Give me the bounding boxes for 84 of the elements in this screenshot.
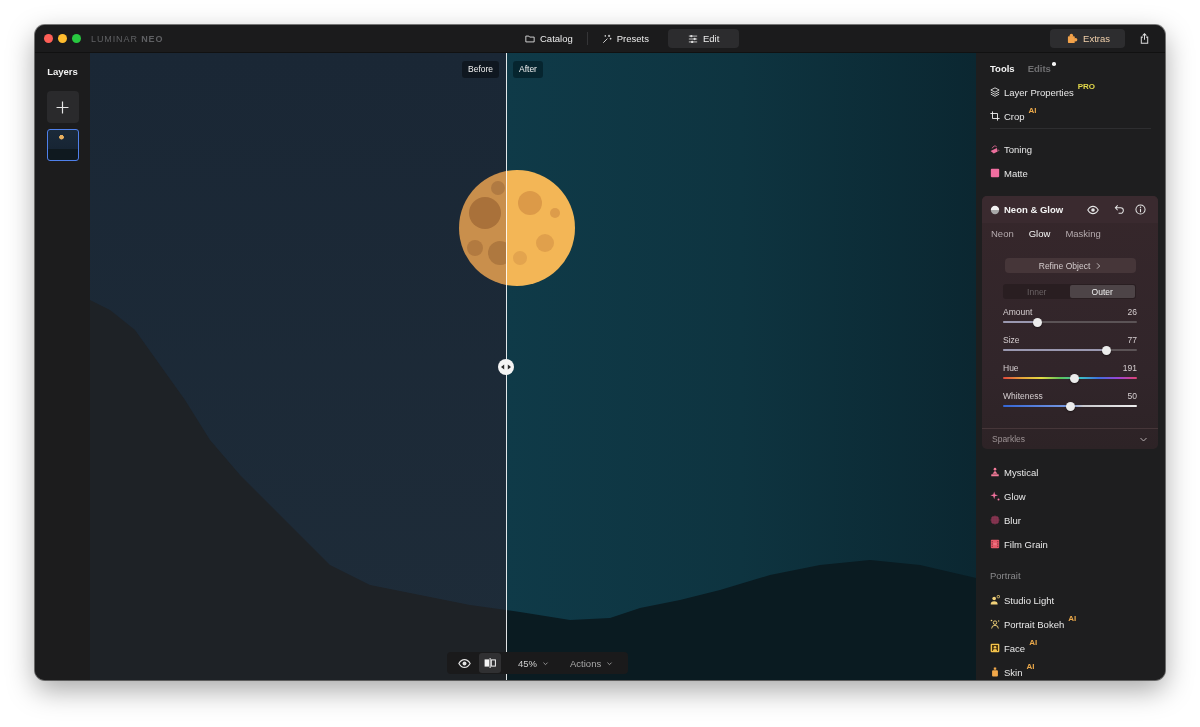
tool-item[interactable]: Glow (990, 484, 1026, 508)
slider-track[interactable] (1003, 345, 1137, 355)
tool-item[interactable]: Portrait Bokeh AI (990, 612, 1077, 636)
person-icon (990, 595, 1000, 605)
panel-tab[interactable]: Neon (991, 226, 1014, 242)
tool-item[interactable]: Studio Light (990, 588, 1055, 612)
feature-tag: PRO (1077, 82, 1096, 91)
window-minimize-button[interactable] (58, 34, 67, 43)
share-icon[interactable] (1139, 33, 1150, 44)
slider-label: Amount (1003, 307, 1033, 317)
slider-thumb[interactable] (1065, 401, 1075, 411)
collapsible-section-header[interactable]: Sparkles (982, 428, 1158, 449)
person-outline-icon (990, 619, 1000, 629)
film-strip-icon (990, 539, 1000, 549)
feature-tag: AI (1026, 662, 1035, 671)
half-circle-icon (990, 204, 1000, 215)
slider-value: 191 (1122, 363, 1137, 373)
bottle-icon (990, 667, 1000, 677)
slider-thumb[interactable] (1033, 317, 1043, 327)
mode-tab[interactable]: Outer (1069, 285, 1135, 298)
extras-button[interactable]: Extras (1050, 29, 1125, 48)
slider-label: Whiteness (1003, 391, 1043, 401)
compare-button[interactable] (479, 653, 501, 673)
slider-label: Hue (1003, 363, 1019, 373)
portrait-icon (990, 643, 1000, 653)
undo-icon[interactable] (1114, 204, 1125, 215)
slider-value: 50 (1127, 391, 1137, 401)
panel-tab[interactable]: Glow (1028, 226, 1051, 242)
slider-track[interactable] (1003, 401, 1137, 411)
before-label: Before (462, 61, 500, 78)
tool-item[interactable]: Mystical (990, 460, 1039, 484)
layer-thumbnail[interactable] (46, 129, 79, 161)
eye-icon[interactable] (1087, 203, 1099, 216)
slider-value: 26 (1127, 307, 1137, 317)
zoom-dropdown[interactable]: 45% (518, 654, 549, 672)
app-logo: LUMINAR NEO (91, 33, 164, 44)
folder-icon (525, 33, 535, 44)
tool-item[interactable]: Matte (990, 161, 1028, 185)
magic-wand-icon (601, 33, 612, 44)
puzzle-icon (1067, 33, 1079, 44)
nav-tab[interactable]: Catalog (517, 29, 581, 48)
layers-icon (990, 87, 1000, 97)
slider-label: Size (1003, 335, 1020, 345)
nav-tab[interactable]: Edit (667, 29, 740, 48)
eye-icon[interactable] (458, 656, 471, 670)
figure-icon (990, 467, 1000, 477)
tool-item[interactable]: Blur (990, 508, 1021, 532)
split-view-icon (484, 657, 496, 669)
tool-item[interactable]: Skin AI (990, 660, 1035, 680)
slider-track[interactable] (1003, 317, 1137, 327)
feature-tag: AI (1029, 638, 1038, 647)
panel-title: Layers (47, 66, 78, 78)
paint-bucket-icon (990, 144, 1000, 154)
sparkle-icon (990, 491, 1000, 501)
slider-value: 77 (1127, 335, 1137, 345)
tool-item[interactable]: Layer Properties PRO (990, 80, 1096, 104)
feature-tag: AI (1028, 106, 1037, 115)
refine-object-button[interactable]: Refine Object (1005, 258, 1136, 273)
after-label: After (513, 61, 543, 78)
sliders-icon (687, 33, 698, 44)
split-line[interactable] (506, 53, 507, 680)
panel-tab[interactable]: Tools (990, 62, 1015, 76)
crop-icon (990, 111, 1000, 121)
tool-item[interactable]: Crop AI (990, 104, 1037, 128)
grid-circle-icon (990, 515, 1000, 525)
tool-item[interactable]: Toning (990, 137, 1032, 161)
tool-title: Neon & Glow (1004, 204, 1064, 215)
add-layer-button[interactable] (46, 91, 79, 123)
chevron-right-icon (1094, 261, 1103, 270)
section-heading: Portrait (990, 569, 1021, 583)
square-icon (990, 168, 1000, 178)
window-zoom-button[interactable] (72, 34, 81, 43)
slider-thumb[interactable] (1101, 345, 1111, 355)
info-icon[interactable] (1135, 204, 1146, 215)
tool-item[interactable]: Face AI (990, 636, 1038, 660)
actions-dropdown[interactable]: Actions (570, 654, 614, 672)
panel-tab[interactable]: Masking (1065, 226, 1101, 242)
feature-tag: AI (1068, 614, 1077, 623)
slider-track[interactable] (1003, 373, 1137, 383)
plus-icon (56, 100, 69, 114)
slider-thumb[interactable] (1069, 373, 1079, 383)
nav-tab[interactable]: Presets (593, 29, 657, 48)
tool-item[interactable]: Film Grain (990, 532, 1048, 556)
window-close-button[interactable] (44, 34, 53, 43)
